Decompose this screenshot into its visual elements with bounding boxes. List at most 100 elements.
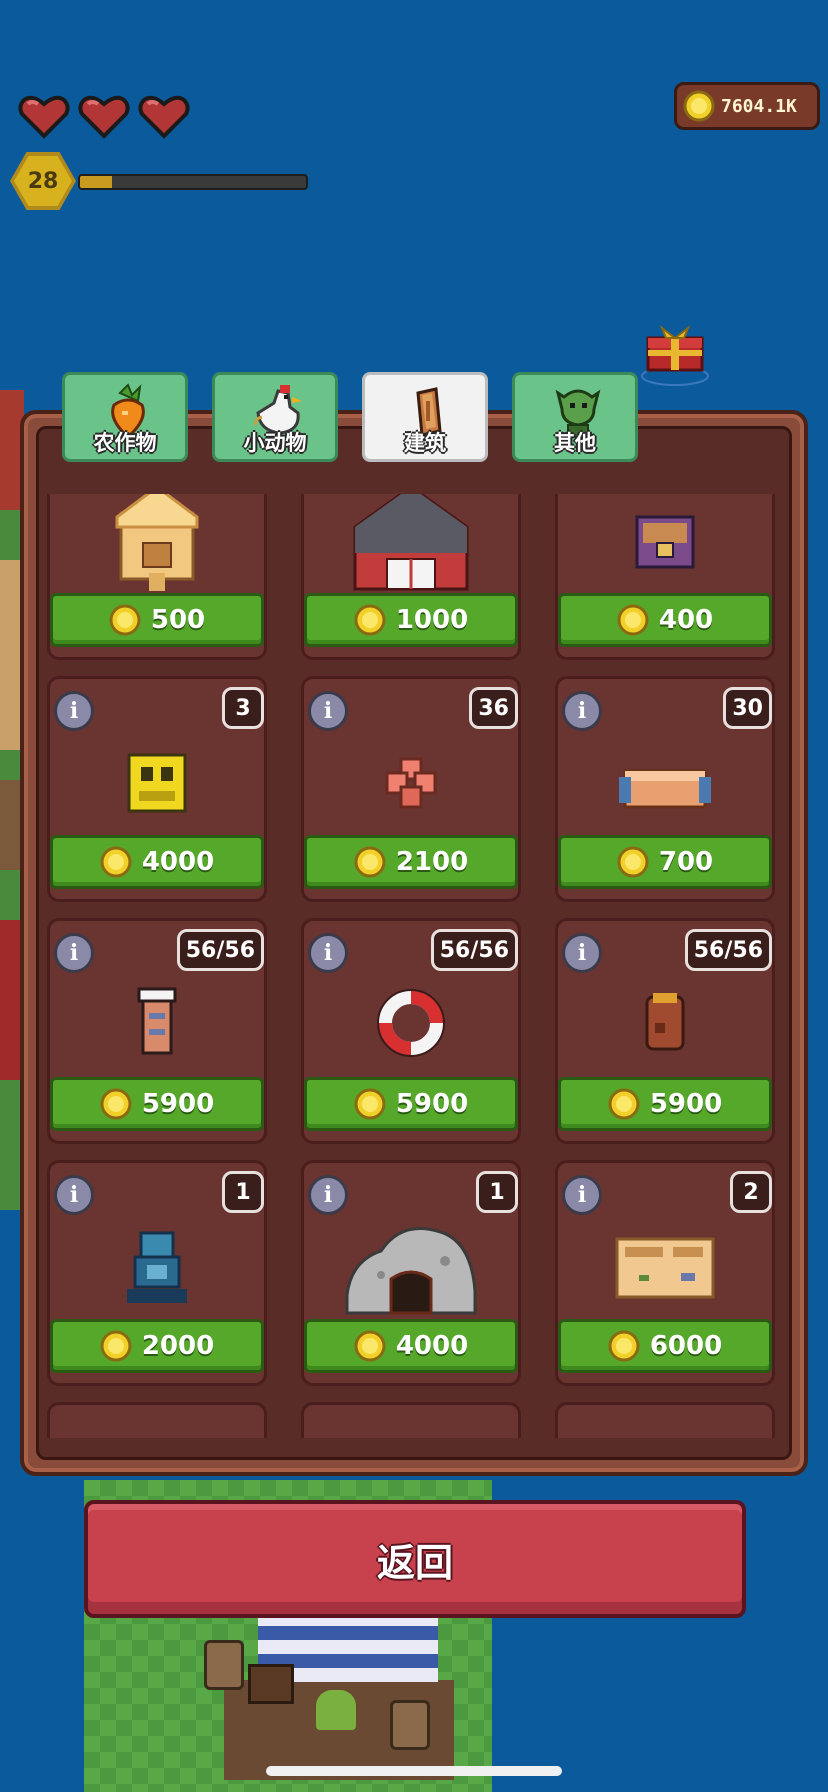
owned-count-badge: 36: [469, 687, 518, 729]
owned-count-badge: 56/56: [176, 929, 264, 971]
gift-box-icon[interactable]: [640, 324, 710, 386]
shop-item-card[interactable]: i500: [47, 494, 267, 660]
shop-item-card[interactable]: [47, 1402, 267, 1438]
tab-label: 小动物: [243, 431, 307, 455]
tab-small-animals[interactable]: 小动物: [212, 372, 338, 462]
frog-merchant: [316, 1690, 356, 1730]
yellow-machine-icon: [127, 753, 187, 813]
coin-icon: [608, 1088, 640, 1120]
xp-progress-bar: [78, 174, 308, 190]
shop-item-card[interactable]: i1000: [301, 494, 521, 660]
shop-item-card[interactable]: [555, 1402, 775, 1438]
buy-button[interactable]: 500: [50, 593, 264, 647]
home-indicator[interactable]: [266, 1766, 562, 1776]
back-button-label: 返回: [376, 1540, 453, 1585]
price-label: 400: [658, 605, 714, 635]
coin-icon: [354, 846, 386, 878]
price-label: 500: [150, 605, 206, 635]
market-stall-sign: [248, 1664, 294, 1704]
price-label: 1000: [395, 605, 469, 635]
price-label: 2000: [141, 1331, 215, 1361]
buy-button[interactable]: 4000: [50, 835, 264, 889]
shop-item-card[interactable]: [301, 1402, 521, 1438]
price-label: 6000: [649, 1331, 723, 1361]
backpack-icon: [645, 993, 685, 1051]
straw-house-icon: [115, 494, 199, 591]
tab-others[interactable]: 其他: [512, 372, 638, 462]
owned-count-badge: 56/56: [430, 929, 518, 971]
buy-button[interactable]: 2100: [304, 835, 518, 889]
coin-icon: [617, 604, 649, 636]
price-label: 2100: [395, 847, 469, 877]
buy-button[interactable]: 6000: [558, 1319, 772, 1373]
coin-icon: [617, 846, 649, 878]
wooden-bench-icon: [619, 769, 711, 809]
heart-icon: [138, 95, 190, 139]
coin-icon: [109, 604, 141, 636]
shop-item-card[interactable]: i 56/56 5900: [47, 918, 267, 1144]
buy-button[interactable]: 5900: [50, 1077, 264, 1131]
shop-item-grid: i500i1000i400i34000i362100i30700i56/5659…: [44, 494, 784, 1438]
back-button[interactable]: 返回: [84, 1500, 746, 1618]
owned-count-badge: 56/56: [684, 929, 772, 971]
owned-count-badge: 1: [222, 1171, 264, 1213]
coin-amount: 7604.1K: [721, 95, 797, 117]
shop-item-card[interactable]: i 56/56 5900: [555, 918, 775, 1144]
coin-icon: [100, 846, 132, 878]
blue-robot-statue-icon: [127, 1231, 187, 1303]
price-label: 5900: [141, 1089, 215, 1119]
tab-label: 农作物: [93, 431, 157, 455]
shop-item-card[interactable]: i 56/56 5900: [301, 918, 521, 1144]
storage-chest-icon: [635, 515, 695, 569]
lifebuoy-icon: [377, 989, 445, 1057]
shop-item-card[interactable]: i 36 2100: [301, 676, 521, 902]
coin-icon: [100, 1330, 132, 1362]
heart-icon: [78, 95, 130, 139]
coin-balance[interactable]: 7604.1K: [674, 82, 820, 130]
buy-button[interactable]: 5900: [558, 1077, 772, 1131]
coin-icon: [100, 1088, 132, 1120]
tab-label: 其他: [554, 431, 596, 455]
level-indicator: 28: [10, 152, 308, 210]
shop-tabs: 农作物 小动物 建筑 其他: [62, 372, 638, 462]
buy-button[interactable]: 4000: [304, 1319, 518, 1373]
buy-button[interactable]: 5900: [304, 1077, 518, 1131]
buy-button[interactable]: 1000: [304, 593, 518, 647]
health-hearts: [16, 92, 192, 140]
price-label: 5900: [649, 1089, 723, 1119]
price-label: 5900: [395, 1089, 469, 1119]
coral-flower-icon: [385, 757, 437, 809]
coin-icon: [608, 1330, 640, 1362]
price-label: 700: [658, 847, 714, 877]
coin-icon: [354, 604, 386, 636]
buy-button[interactable]: 2000: [50, 1319, 264, 1373]
owned-count-badge: 3: [222, 687, 264, 729]
xp-progress-fill: [80, 176, 112, 188]
barrel: [390, 1700, 430, 1750]
tab-buildings[interactable]: 建筑: [362, 372, 488, 462]
shop-item-card[interactable]: i 3 4000: [47, 676, 267, 902]
tab-crops[interactable]: 农作物: [62, 372, 188, 462]
coin-icon: [683, 90, 715, 122]
coin-icon: [354, 1088, 386, 1120]
heart-icon: [18, 95, 70, 139]
shop-item-card[interactable]: i400: [555, 494, 775, 660]
owned-count-badge: 30: [723, 687, 772, 729]
shop-item-card[interactable]: i 2 6000: [555, 1160, 775, 1386]
barrel: [204, 1640, 244, 1690]
stone-cave-icon: [345, 1227, 477, 1315]
price-label: 4000: [141, 847, 215, 877]
shop-item-card[interactable]: i 30 700: [555, 676, 775, 902]
workbench-icon: [615, 1237, 715, 1299]
owned-count-badge: 2: [730, 1171, 772, 1213]
lighthouse-post-icon: [137, 987, 177, 1055]
shop-item-card[interactable]: i 1 4000: [301, 1160, 521, 1386]
buy-button[interactable]: 400: [558, 593, 772, 647]
coin-icon: [354, 1330, 386, 1362]
red-barn-icon: [353, 494, 469, 591]
tab-label: 建筑: [404, 431, 446, 455]
owned-count-badge: 1: [476, 1171, 518, 1213]
shop-item-card[interactable]: i 1 2000: [47, 1160, 267, 1386]
buy-button[interactable]: 700: [558, 835, 772, 889]
price-label: 4000: [395, 1331, 469, 1361]
